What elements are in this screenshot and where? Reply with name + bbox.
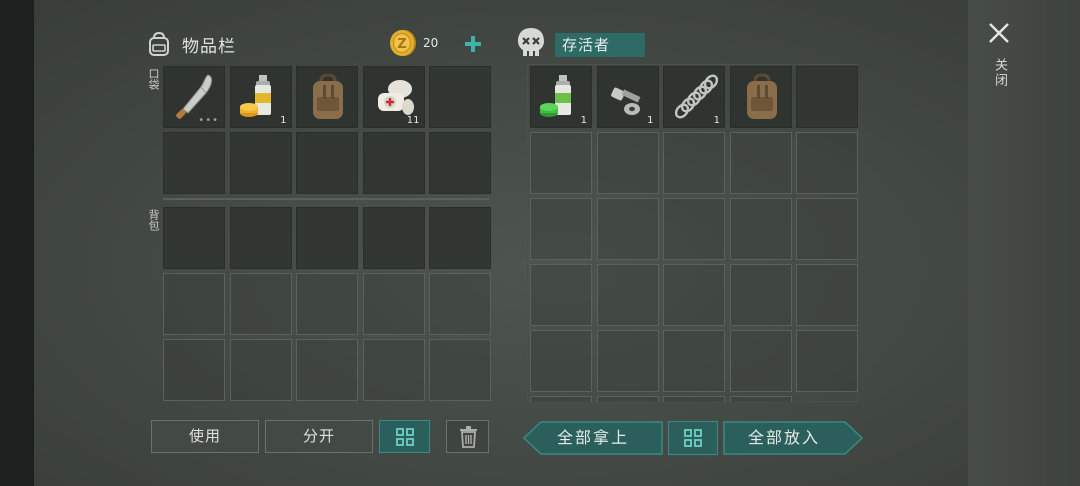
backpack-slot[interactable] <box>163 339 225 401</box>
container-slot[interactable] <box>530 198 592 260</box>
backpack-slot[interactable] <box>163 207 225 269</box>
left-edge <box>0 0 34 486</box>
inventory-slot[interactable] <box>296 66 358 128</box>
sort-inventory-button[interactable] <box>379 420 430 453</box>
inventory-header: 物品栏 <box>146 26 236 62</box>
container-slot[interactable] <box>596 396 659 402</box>
backpack-slot[interactable] <box>429 273 491 335</box>
inventory-slot[interactable] <box>429 66 491 128</box>
sort-grid-icon <box>395 427 414 446</box>
add-coins-button[interactable] <box>458 30 488 58</box>
container-slot[interactable] <box>729 66 792 128</box>
container-slot[interactable] <box>729 198 792 260</box>
backpack-label: 背包 <box>147 209 160 231</box>
item-count: 1 <box>647 115 654 126</box>
backpack-icon <box>313 73 343 119</box>
container-title: 存活者 <box>555 33 645 57</box>
inventory-slot[interactable] <box>296 132 358 194</box>
container-slot[interactable] <box>530 396 592 402</box>
inventory-slot[interactable] <box>429 132 491 194</box>
container-slot[interactable] <box>596 198 659 260</box>
discard-button[interactable] <box>446 420 489 453</box>
backpack-slot[interactable] <box>429 207 491 269</box>
close-label[interactable]: 关闭 <box>990 58 1009 88</box>
item-count: 1 <box>280 115 287 126</box>
backpack-slot[interactable] <box>429 339 491 401</box>
take-all-button[interactable]: 全部拿上 <box>523 421 663 455</box>
backpack-slot[interactable] <box>362 207 425 269</box>
container-slot[interactable] <box>663 264 725 326</box>
take-all-label: 全部拿上 <box>556 428 629 447</box>
skull-icon <box>518 28 544 56</box>
bolt-nut-icon <box>610 87 640 115</box>
container-slot[interactable]: 1 <box>596 66 659 128</box>
container-grid[interactable]: 1 1 1 <box>530 66 858 402</box>
backpack-grid <box>163 207 491 401</box>
coin-count: 20 <box>423 36 439 50</box>
container-slot[interactable] <box>729 132 792 194</box>
container-slot[interactable] <box>530 132 592 194</box>
sort-grid-icon <box>684 429 702 447</box>
container-slot[interactable] <box>796 66 858 128</box>
backpack-slot[interactable] <box>163 273 225 335</box>
container-slot[interactable] <box>663 132 725 194</box>
inventory-slot[interactable]: ••• <box>163 66 225 128</box>
backpack-slot[interactable] <box>362 273 425 335</box>
put-all-label: 全部放入 <box>747 428 820 447</box>
inventory-slot[interactable] <box>163 132 225 194</box>
spray-paint-yellow-icon <box>239 75 271 117</box>
item-count: 1 <box>580 115 587 126</box>
inventory-title: 物品栏 <box>182 36 236 57</box>
backpack-slot[interactable] <box>229 339 292 401</box>
container-slot[interactable] <box>596 264 659 326</box>
container-slot[interactable] <box>596 330 659 392</box>
container-slot[interactable] <box>796 198 858 260</box>
inventory-slot[interactable]: 11 <box>362 66 425 128</box>
sort-container-button[interactable] <box>668 421 718 455</box>
backpack-slot[interactable] <box>362 339 425 401</box>
container-slot[interactable] <box>729 330 792 392</box>
container-slot[interactable]: 1 <box>530 66 592 128</box>
trash-icon <box>460 426 477 448</box>
item-count: 11 <box>406 115 420 126</box>
backpack-slot[interactable] <box>296 273 358 335</box>
durability-indicator: ••• <box>198 115 219 126</box>
container-slot[interactable] <box>530 264 592 326</box>
container-slot[interactable] <box>530 330 592 392</box>
split-button[interactable]: 分开 <box>265 420 373 453</box>
container-slot[interactable] <box>729 396 792 402</box>
container-slot[interactable] <box>596 132 659 194</box>
container-slot[interactable] <box>663 396 725 402</box>
game-screen: 物品栏 Z 20 存活者 口袋 背包 ••• 1 11 1 1 1 使用 分开 … <box>0 0 1080 486</box>
backpack-icon <box>149 31 169 56</box>
section-divider <box>163 198 489 200</box>
pocket-grid: ••• 1 11 <box>163 66 491 194</box>
close-icon[interactable] <box>986 20 1012 46</box>
backpack-slot[interactable] <box>296 339 358 401</box>
spring-icon <box>674 74 719 119</box>
container-slot[interactable] <box>796 132 858 194</box>
container-slot[interactable] <box>663 198 725 260</box>
inventory-slot[interactable] <box>362 132 425 194</box>
item-count: 1 <box>713 115 720 126</box>
spray-paint-green-icon <box>540 75 571 117</box>
coin-icon: Z <box>390 30 416 56</box>
container-slot[interactable] <box>663 330 725 392</box>
container-slot[interactable] <box>796 330 858 392</box>
backpack-slot[interactable] <box>296 207 358 269</box>
inventory-slot[interactable] <box>229 132 292 194</box>
put-all-button[interactable]: 全部放入 <box>723 421 863 455</box>
svg-text:Z: Z <box>397 37 406 52</box>
backpack-slot[interactable] <box>229 207 292 269</box>
right-panel <box>968 0 1080 486</box>
pocket-label: 口袋 <box>147 68 160 90</box>
container-slot[interactable]: 1 <box>663 66 725 128</box>
backpack-icon <box>746 73 777 119</box>
container-slot[interactable] <box>729 264 792 326</box>
container-slot[interactable] <box>796 264 858 326</box>
backpack-slot[interactable] <box>229 273 292 335</box>
use-button[interactable]: 使用 <box>151 420 259 453</box>
inventory-slot[interactable]: 1 <box>229 66 292 128</box>
